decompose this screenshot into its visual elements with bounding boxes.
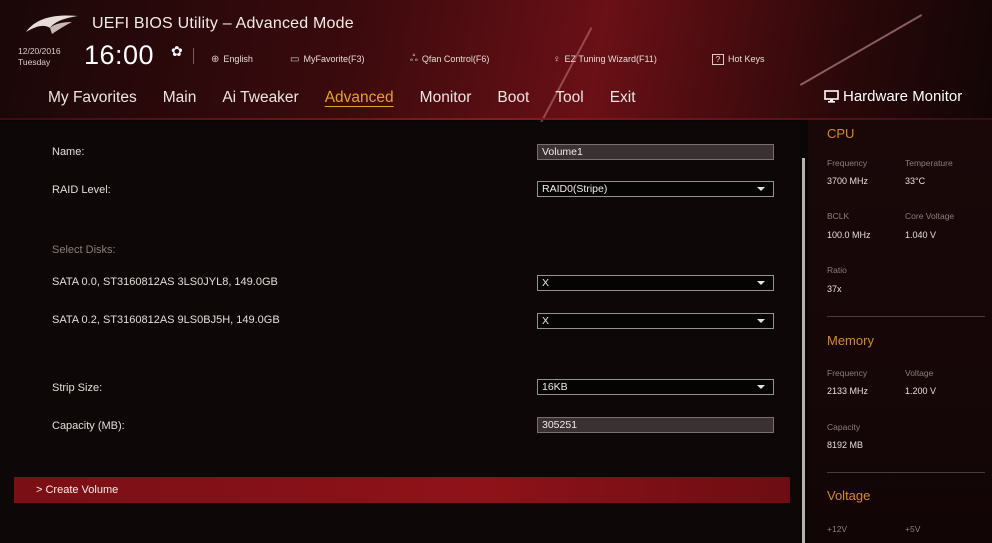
disk2-label: SATA 0.2, ST3160812AS 9LS0BJ5H, 149.0GB [52, 314, 280, 326]
clock-time: 16:00 [84, 40, 155, 70]
date-display: 12/20/2016 Tuesday [18, 46, 61, 68]
tab-my-favorites[interactable]: My Favorites [48, 89, 137, 111]
my-favorite-button[interactable]: ▭ MyFavorite(F3) [290, 52, 364, 66]
app-title: UEFI BIOS Utility – Advanced Mode [92, 15, 354, 32]
chevron-down-icon [757, 319, 765, 323]
tab-advanced[interactable]: Advanced [325, 89, 394, 111]
hot-keys-button[interactable]: ? Hot Keys [712, 52, 765, 66]
cpu-temperature-value: 33°C [905, 176, 926, 186]
capacity-field: 305251 [537, 417, 774, 433]
raid-level-label: RAID Level: [52, 184, 111, 196]
memory-capacity-value: 8192 MB [827, 440, 864, 450]
capacity-label: Capacity (MB): [52, 420, 125, 432]
voltage-heading: Voltage [827, 488, 871, 503]
tab-tool[interactable]: Tool [555, 89, 583, 111]
help-icon: ? [712, 53, 724, 65]
bulb-icon: ♀ [553, 53, 561, 65]
memory-voltage-label: Voltage [905, 368, 934, 378]
capacity-value: 305251 [542, 419, 578, 431]
tab-main[interactable]: Main [163, 89, 197, 111]
date-text: 12/20/2016 [18, 46, 61, 56]
monitor-icon [824, 90, 839, 103]
core-voltage-label: Core Voltage [905, 211, 955, 221]
tab-monitor[interactable]: Monitor [420, 89, 472, 111]
raid-level-value: RAID0(Stripe) [542, 183, 608, 195]
memory-heading: Memory [827, 333, 874, 348]
toolbar-divider [193, 48, 194, 64]
memory-voltage-value: 1.200 V [905, 386, 937, 396]
header-banner: UEFI BIOS Utility – Advanced Mode 12/20/… [0, 0, 992, 143]
globe-icon: ⊕ [211, 53, 220, 65]
scrollbar[interactable] [802, 158, 805, 543]
language-button[interactable]: ⊕ English [211, 52, 253, 66]
bclk-label: BCLK [827, 211, 850, 221]
bclk-value: 100.0 MHz [827, 230, 871, 240]
disk1-label: SATA 0.0, ST3160812AS 3LS0JYL8, 149.0GB [52, 276, 278, 288]
strip-size-select[interactable]: 16KB [537, 379, 774, 395]
select-disks-label: Select Disks: [52, 244, 116, 256]
disk2-value: X [542, 315, 550, 327]
section-divider [827, 316, 985, 317]
decorative-slash [799, 14, 923, 86]
disk1-select[interactable]: X [537, 275, 774, 291]
tab-ai-tweaker[interactable]: Ai Tweaker [222, 89, 298, 111]
rog-logo [26, 15, 78, 34]
cpu-frequency-value: 3700 MHz [827, 176, 869, 186]
ratio-label: Ratio [827, 265, 847, 275]
hardware-monitor-title: Hardware Monitor [824, 88, 962, 105]
strip-size-value: 16KB [542, 381, 568, 393]
ez-tuning-button[interactable]: ♀ EZ Tuning Wizard(F11) [553, 52, 657, 66]
language-label: English [223, 54, 253, 64]
memory-frequency-label: Frequency [827, 368, 868, 378]
favorites-icon: ▭ [290, 53, 300, 65]
qfan-control-button[interactable]: ஃ Qfan Control(F6) [410, 52, 489, 66]
section-divider [827, 472, 985, 473]
v12-label: +12V [827, 524, 848, 534]
chevron-down-icon [757, 187, 765, 191]
chevron-down-icon [757, 385, 765, 389]
name-field[interactable]: Volume1 [537, 144, 774, 160]
raid-level-select[interactable]: RAID0(Stripe) [537, 181, 774, 197]
disk2-select[interactable]: X [537, 313, 774, 329]
core-voltage-value: 1.040 V [905, 230, 937, 240]
ez-tuning-label: EZ Tuning Wizard(F11) [564, 54, 657, 64]
cpu-frequency-label: Frequency [827, 158, 868, 168]
cpu-temperature-label: Temperature [905, 158, 953, 168]
fan-icon: ஃ [410, 53, 418, 64]
main-nav: My Favorites Main Ai Tweaker Advanced Mo… [48, 89, 662, 111]
cpu-heading: CPU [827, 126, 855, 141]
memory-capacity-label: Capacity [827, 422, 861, 432]
name-value: Volume1 [542, 146, 583, 158]
tab-boot[interactable]: Boot [497, 89, 529, 111]
name-label: Name: [52, 146, 85, 158]
tab-exit[interactable]: Exit [610, 89, 636, 111]
ratio-value: 37x [827, 284, 842, 294]
strip-size-label: Strip Size: [52, 382, 103, 394]
disk1-value: X [542, 277, 550, 289]
create-volume-button[interactable]: > Create Volume [14, 477, 790, 503]
hardware-monitor-label: Hardware Monitor [843, 88, 963, 105]
memory-frequency-value: 2133 MHz [827, 386, 869, 396]
qfan-label: Qfan Control(F6) [421, 54, 490, 64]
weekday-text: Tuesday [18, 57, 51, 67]
my-favorite-label: MyFavorite(F3) [303, 54, 365, 64]
hardware-monitor-panel: CPU Frequency 3700 MHz Temperature 33°C … [808, 120, 992, 543]
gear-icon[interactable]: ✿ [171, 43, 183, 60]
chevron-down-icon [757, 281, 765, 285]
v5-label: +5V [905, 524, 921, 534]
hot-keys-label: Hot Keys [728, 54, 765, 64]
